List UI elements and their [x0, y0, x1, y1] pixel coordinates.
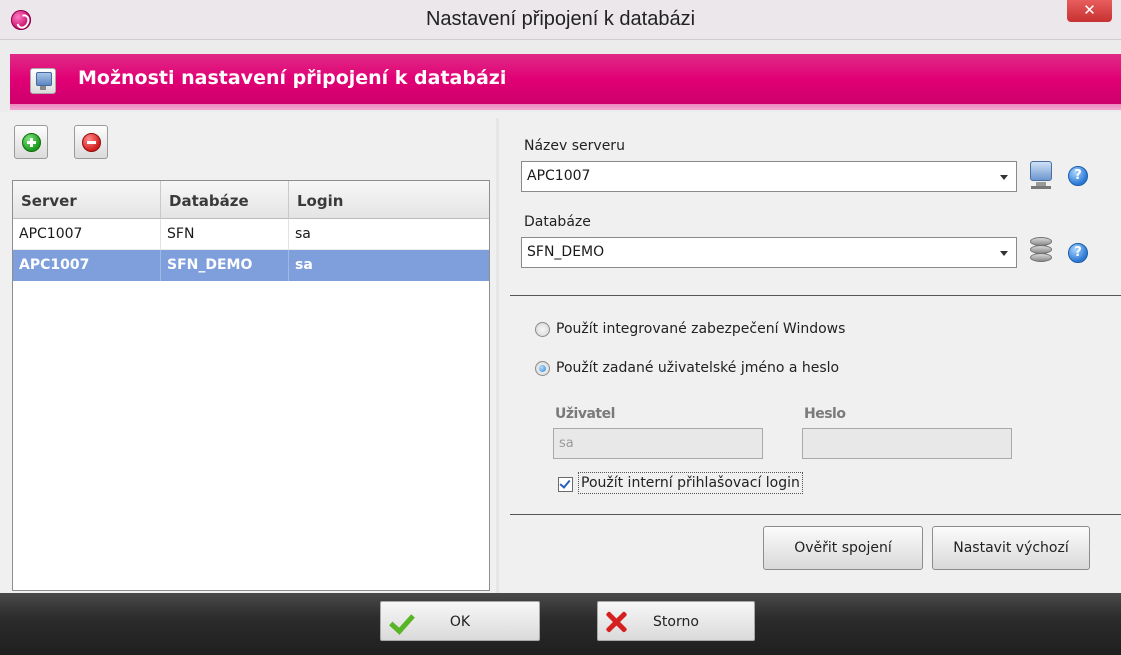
password-label: Heslo: [804, 406, 846, 422]
title-bar: Nastavení připojení k databázi ✕: [0, 0, 1121, 40]
cell-login: sa: [295, 226, 311, 242]
auth-windows-radio[interactable]: [535, 322, 550, 337]
test-connection-button[interactable]: Ověřit spojení: [763, 526, 923, 570]
server-icon: [1028, 161, 1054, 191]
table-row-selected[interactable]: APC1007 SFN_DEMO sa: [13, 250, 489, 281]
server-label: Název serveru: [524, 138, 625, 154]
cancel-button[interactable]: Storno: [597, 601, 755, 641]
database-combo[interactable]: SFN_DEMO: [521, 237, 1017, 268]
header-title: Možnosti nastavení připojení k databázi: [78, 67, 507, 89]
password-input[interactable]: [802, 428, 1012, 459]
cell-server: APC1007: [13, 250, 161, 281]
dialog-header: Možnosti nastavení připojení k databázi: [0, 40, 1121, 112]
cell-login: sa: [295, 257, 313, 273]
user-label: Uživatel: [555, 406, 615, 422]
connections-grid: Server Databáze Login APC1007 SFN sa APC…: [12, 180, 490, 591]
column-header-server[interactable]: Server: [13, 181, 161, 219]
auth-user-radio[interactable]: [535, 361, 550, 376]
divider: [510, 295, 1121, 296]
window-title: Nastavení připojení k databázi: [425, 8, 696, 30]
header-band: Možnosti nastavení připojení k databázi: [10, 54, 1121, 110]
column-header-login[interactable]: Login: [289, 181, 489, 219]
cell-database: SFN_DEMO: [161, 250, 289, 281]
help-icon[interactable]: ?: [1068, 166, 1088, 186]
user-input[interactable]: sa: [553, 428, 763, 459]
close-button[interactable]: ✕: [1067, 0, 1112, 22]
table-row[interactable]: APC1007 SFN sa: [13, 219, 489, 250]
server-combo[interactable]: APC1007: [521, 161, 1017, 192]
internal-login-checkbox[interactable]: [558, 477, 573, 492]
user-value: sa: [559, 436, 574, 451]
dialog-footer: OK Storno: [0, 593, 1121, 655]
divider: [510, 514, 1121, 515]
help-icon[interactable]: ?: [1068, 243, 1088, 263]
dropdown-arrow-icon: [1000, 251, 1008, 256]
remove-connection-button[interactable]: [74, 125, 108, 159]
auth-user-label[interactable]: Použít zadané uživatelské jméno a heslo: [556, 360, 839, 376]
grid-header: Server Databáze Login: [13, 181, 489, 219]
set-default-button[interactable]: Nastavit výchozí: [932, 526, 1090, 570]
database-value: SFN_DEMO: [527, 244, 605, 260]
panel-splitter[interactable]: [496, 118, 499, 593]
database-icon: [1030, 237, 1052, 267]
checkmark-icon: [559, 477, 571, 489]
database-label: Databáze: [524, 214, 591, 230]
ok-button[interactable]: OK: [380, 601, 540, 641]
auth-windows-label[interactable]: Použít integrované zabezpečení Windows: [556, 321, 845, 337]
cell-server: APC1007: [13, 219, 161, 250]
plus-icon: [22, 133, 41, 152]
internal-login-label[interactable]: Použít interní přihlašovací login: [578, 472, 803, 494]
column-header-database[interactable]: Databáze: [161, 181, 289, 219]
ok-label: OK: [449, 614, 471, 630]
server-value: APC1007: [527, 168, 591, 184]
dropdown-arrow-icon: [1000, 175, 1008, 180]
add-connection-button[interactable]: [14, 125, 48, 159]
cancel-label: Storno: [653, 614, 699, 630]
monitor-icon: [30, 68, 56, 94]
minus-icon: [82, 133, 101, 152]
cell-database: SFN: [161, 219, 289, 250]
